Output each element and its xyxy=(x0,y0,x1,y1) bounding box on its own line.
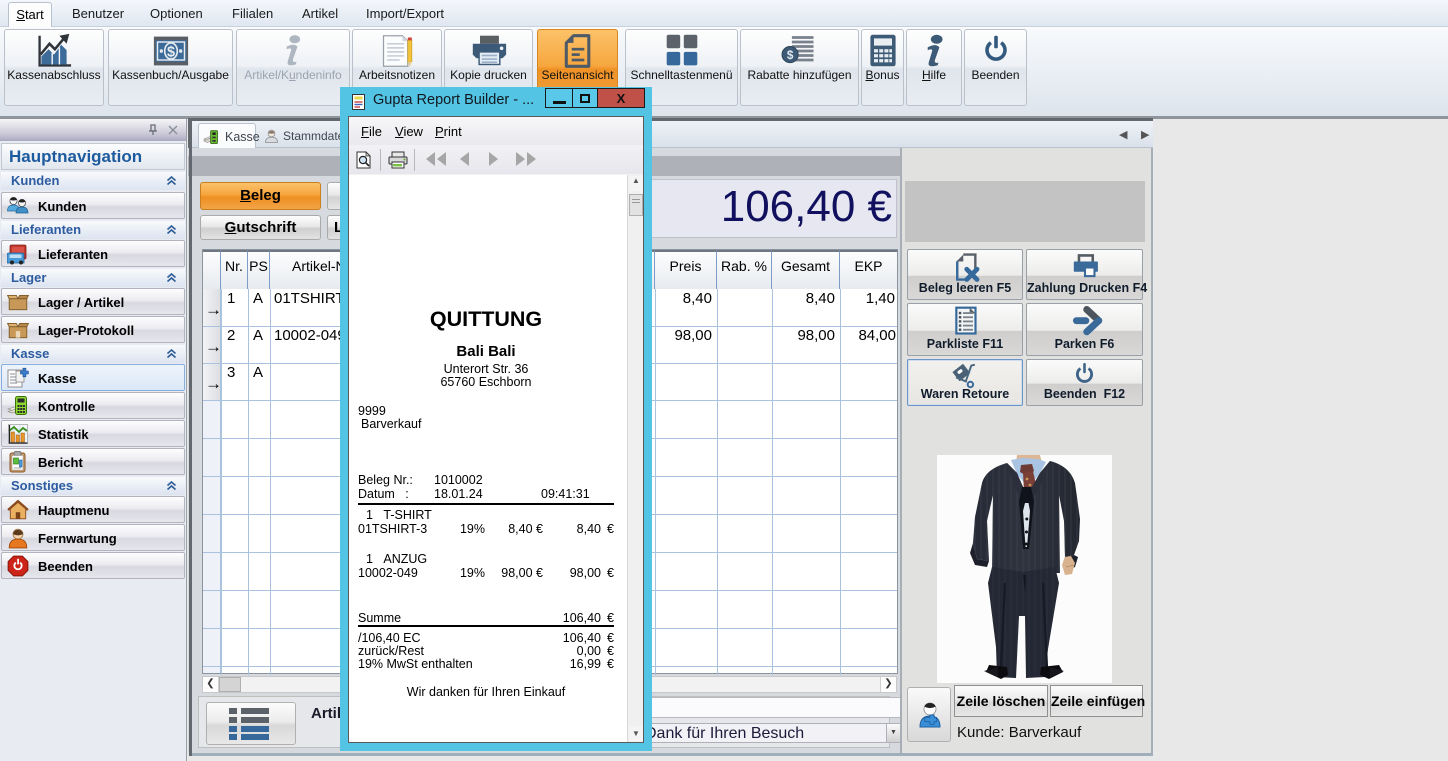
svg-text:$: $ xyxy=(166,44,174,60)
svg-text:$: $ xyxy=(786,49,793,62)
